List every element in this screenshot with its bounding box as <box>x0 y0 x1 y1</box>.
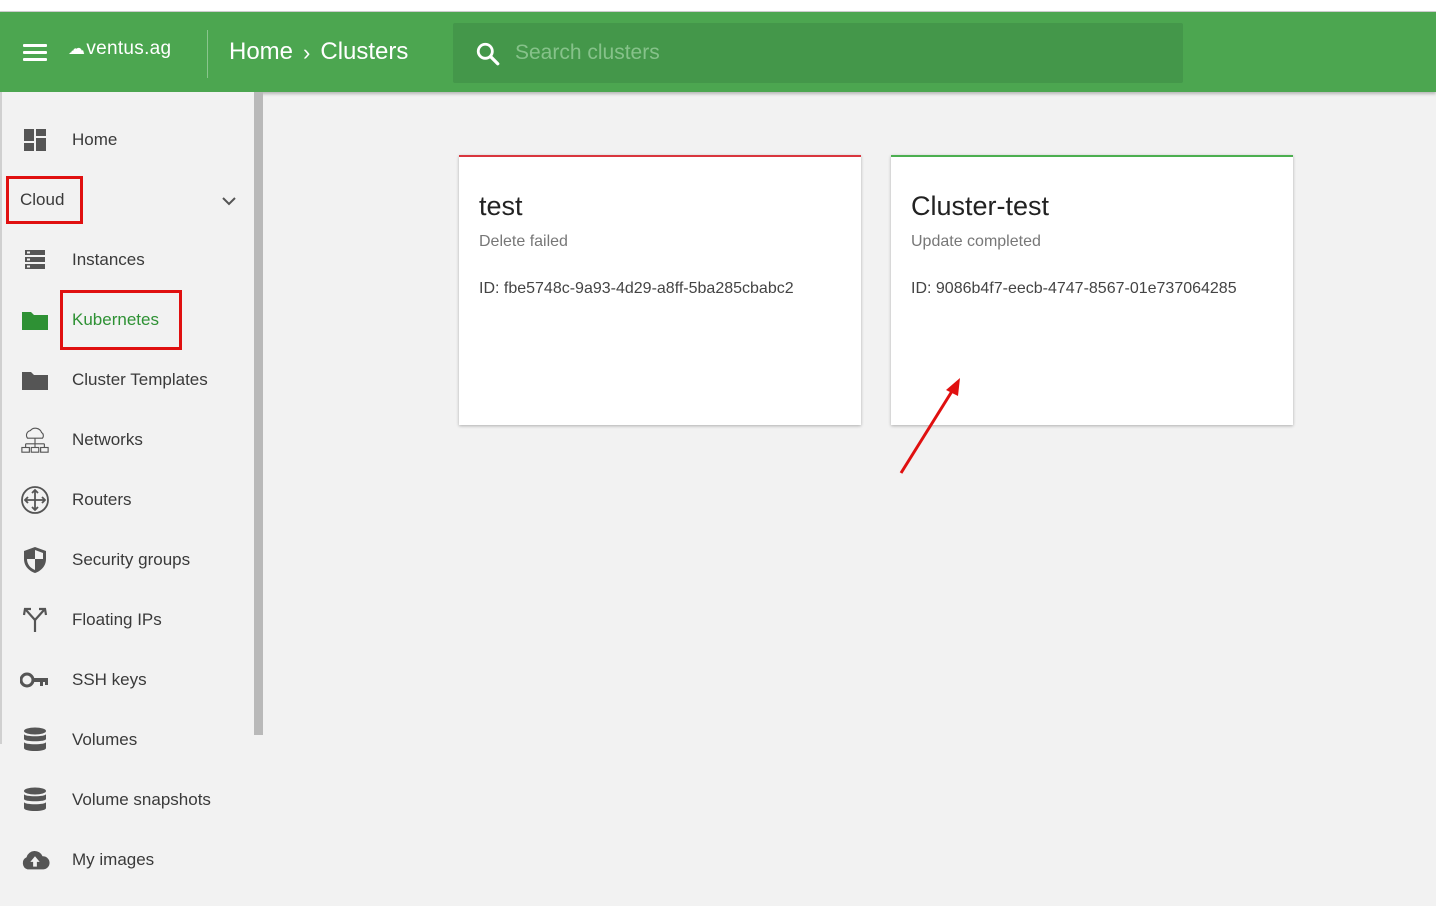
search-bar[interactable] <box>453 23 1183 83</box>
annotation-arrow-icon <box>899 378 960 474</box>
sidebar-item-label: Volume snapshots <box>72 790 211 809</box>
sidebar-item-volumes[interactable]: Volumes <box>0 712 254 768</box>
sidebar-item-label: My images <box>72 850 155 869</box>
annotation-highlight-kubernetes <box>60 290 182 350</box>
folder-icon <box>20 305 50 335</box>
hamburger-menu-icon[interactable] <box>20 40 50 64</box>
top-app-bar: ☁ventus.ag Home › Clusters <box>0 12 1436 92</box>
sidebar-item-label: Home <box>72 130 118 149</box>
breadcrumb-home[interactable]: Home <box>229 38 293 66</box>
cluster-status: Update completed <box>911 233 1041 250</box>
chevron-down-icon[interactable] <box>220 192 238 210</box>
breadcrumb-clusters: Clusters <box>320 38 409 65</box>
router-icon <box>20 485 50 515</box>
cluster-id: ID: 9086b4f7-eecb-4747-8567-01e737064285 <box>911 280 1237 297</box>
sidebar-item-label: Networks <box>72 430 143 449</box>
sidebar-item-cluster-templates[interactable]: Cluster Templates <box>0 352 254 408</box>
sidebar-item-label: Security groups <box>72 550 191 569</box>
header-divider <box>207 30 208 78</box>
dashboard-icon <box>20 125 50 155</box>
annotation-highlight-cloud <box>6 176 83 224</box>
network-icon <box>20 425 50 455</box>
cluster-name: Cluster-test <box>911 191 1050 221</box>
database-icon <box>20 785 50 815</box>
sidebar-item-networks[interactable]: Networks <box>0 412 254 468</box>
sidebar-item-routers[interactable]: Routers <box>0 472 254 528</box>
sidebar-item-label: Routers <box>72 490 132 509</box>
sidebar-item-label: SSH keys <box>72 670 147 689</box>
sidebar-item-label: Instances <box>72 250 145 269</box>
server-icon <box>20 245 50 275</box>
sidebar-item-label: Volumes <box>72 730 138 749</box>
sidebar-item-security-groups[interactable]: Security groups <box>0 532 254 588</box>
cluster-card[interactable]: test Delete failed ID: fbe5748c-9a93-4d2… <box>459 155 861 425</box>
logo-text: ventus.ag <box>86 38 172 59</box>
folder-icon <box>20 365 50 395</box>
window-top-edge <box>0 0 1436 12</box>
sidebar-item-ssh-keys[interactable]: SSH keys <box>0 652 254 708</box>
logo-cloud-icon: ☁ <box>68 39 86 58</box>
search-icon <box>476 42 500 66</box>
database-icon <box>20 725 50 755</box>
sidebar-item-volume-snapshots[interactable]: Volume snapshots <box>0 772 254 828</box>
sidebar-item-floating-ips[interactable]: Floating IPs <box>0 592 254 648</box>
shield-icon <box>20 545 50 575</box>
cluster-name: test <box>479 191 523 221</box>
sidebar-scrollbar[interactable] <box>254 92 263 735</box>
cloud-upload-icon <box>20 845 50 875</box>
fork-icon <box>20 605 50 635</box>
search-input[interactable] <box>515 33 1155 73</box>
sidebar-item-instances[interactable]: Instances <box>0 232 254 288</box>
cluster-id: ID: fbe5748c-9a93-4d29-a8ff-5ba285cbabc2 <box>479 280 794 297</box>
sidebar-item-my-images[interactable]: My images <box>0 832 254 888</box>
breadcrumb-chevron-icon: › <box>303 40 311 65</box>
logo[interactable]: ☁ventus.ag <box>68 38 171 60</box>
breadcrumb: Home › Clusters <box>229 38 408 66</box>
sidebar-item-label: Floating IPs <box>72 610 162 629</box>
sidebar-item-label: Cluster Templates <box>72 370 208 389</box>
cluster-status: Delete failed <box>479 233 568 250</box>
key-icon <box>20 665 50 695</box>
sidebar-item-home[interactable]: Home <box>0 112 254 168</box>
